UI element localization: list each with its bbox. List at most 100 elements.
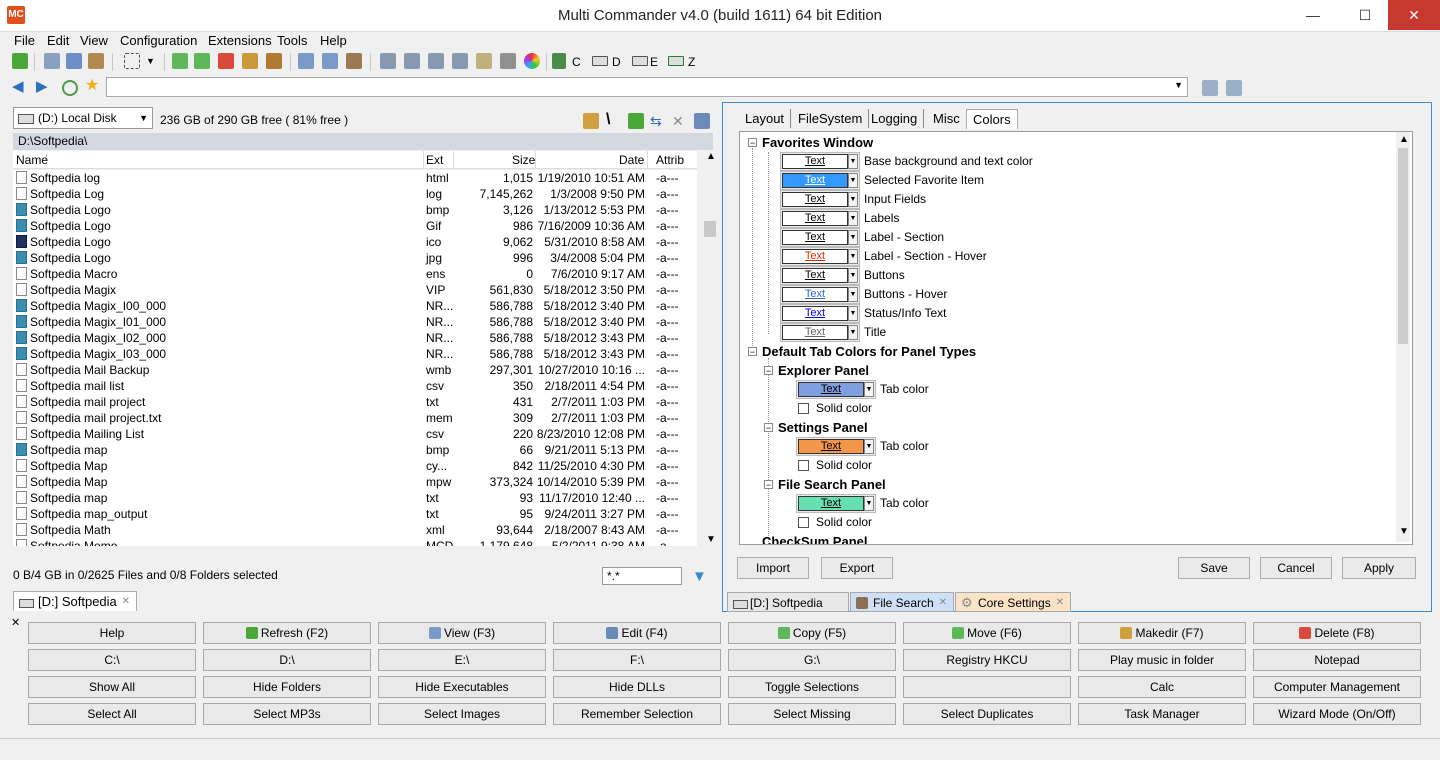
copy-f5-button[interactable]: Copy (F5) xyxy=(728,622,896,644)
import-button[interactable]: Import xyxy=(737,557,809,579)
table-row[interactable]: Softpedia Mailing List csv 220 8/23/2010 12… xyxy=(13,426,697,442)
pack-icon[interactable] xyxy=(242,53,258,69)
tab-left-softpedia[interactable]: [D:] Softpedia ✕ xyxy=(13,591,137,611)
scroll-up-icon[interactable]: ▲ xyxy=(1399,134,1409,145)
col-ext[interactable]: Ext xyxy=(426,153,443,167)
close-tab-icon[interactable]: ✕ xyxy=(1056,593,1064,613)
select-duplicates-button[interactable]: Select Duplicates xyxy=(903,703,1071,725)
color-swatch[interactable]: Text xyxy=(782,192,848,207)
d-button[interactable]: D:\ xyxy=(203,649,371,671)
menu-configuration[interactable]: Configuration xyxy=(120,33,197,48)
task-manager-button[interactable]: Task Manager xyxy=(1078,703,1246,725)
new-file-icon[interactable] xyxy=(172,53,188,69)
color-swatch[interactable]: Text xyxy=(782,249,848,264)
table-row[interactable]: Softpedia Magix VIP 561,830 5/18/2012 3:50 … xyxy=(13,282,697,298)
table-row[interactable]: Softpedia Math xml 93,644 2/18/2007 8:43 AM… xyxy=(13,522,697,538)
color-swatch[interactable]: Text xyxy=(782,268,848,283)
help-button[interactable]: Help xyxy=(28,622,196,644)
unpack-icon[interactable] xyxy=(266,53,282,69)
close-panel-icon[interactable]: ✕ xyxy=(11,616,20,629)
chevron-down-icon[interactable]: ▼ xyxy=(864,382,874,397)
paste-icon[interactable] xyxy=(88,53,104,69)
table-row[interactable]: Softpedia Map cy... 842 11/25/2010 4:30 PM -… xyxy=(13,458,697,474)
select-missing-button[interactable]: Select Missing xyxy=(728,703,896,725)
chevron-down-icon[interactable]: ▼ xyxy=(146,53,156,69)
refresh-f2-button[interactable]: Refresh (F2) xyxy=(203,622,371,644)
chevron-down-icon[interactable]: ▼ xyxy=(848,230,858,245)
minimize-button[interactable]: — xyxy=(1290,0,1336,30)
color-swatch[interactable]: Text xyxy=(782,173,848,188)
chevron-down-icon[interactable]: ▼ xyxy=(848,154,858,169)
forward-icon[interactable]: ▶ xyxy=(36,79,52,96)
table-row[interactable]: Softpedia Macro ens 0 7/6/2010 9:17 AM -a--- xyxy=(13,266,697,282)
e-button[interactable]: E:\ xyxy=(378,649,546,671)
table-row[interactable]: Softpedia Logo Gif 986 7/16/2009 10:36 AM -a… xyxy=(13,218,697,234)
scroll-up-icon[interactable]: ▲ xyxy=(706,151,716,162)
edit-f4-button[interactable]: Edit (F4) xyxy=(553,622,721,644)
drive-e-icon[interactable] xyxy=(632,56,648,66)
table-row[interactable]: Softpedia Logo ico 9,062 5/31/2010 8:58 AM -… xyxy=(13,234,697,250)
filter-icon[interactable]: ▼ xyxy=(692,569,708,585)
chevron-down-icon[interactable]: ▼ xyxy=(848,306,858,321)
tab-logging[interactable]: Logging xyxy=(865,109,925,128)
delete-f8-button[interactable]: Delete (F8) xyxy=(1253,622,1421,644)
select-icon[interactable] xyxy=(124,53,140,69)
menu-view[interactable]: View xyxy=(80,33,108,48)
hide-dlls-button[interactable]: Hide DLLs xyxy=(553,676,721,698)
table-row[interactable]: Softpedia mail project txt 431 2/7/2011 1:0… xyxy=(13,394,697,410)
show-all-button[interactable]: Show All xyxy=(28,676,196,698)
refresh-icon[interactable] xyxy=(12,53,28,69)
table-row[interactable]: Softpedia mail project.txt mem 309 2/7/2011… xyxy=(13,410,697,426)
color-wheel-icon[interactable] xyxy=(524,53,540,69)
makedir-f7-button[interactable]: Makedir (F7) xyxy=(1078,622,1246,644)
solid-color-checkbox[interactable] xyxy=(798,403,809,414)
chevron-down-icon[interactable]: ▼ xyxy=(848,211,858,226)
tab-file-search[interactable]: File Search ✕ xyxy=(850,592,954,612)
color-swatch[interactable]: Text xyxy=(798,382,864,397)
edit-file-icon[interactable] xyxy=(322,53,338,69)
c-button[interactable]: C:\ xyxy=(28,649,196,671)
table-row[interactable]: Softpedia Memo MCD 1,179,648 5/2/2011 9:38 … xyxy=(13,538,697,546)
collapse-icon[interactable]: − xyxy=(764,366,773,376)
close-tab-icon[interactable]: ✕ xyxy=(122,592,130,612)
computer-management-button[interactable]: Computer Management xyxy=(1253,676,1421,698)
copy-file-icon[interactable] xyxy=(194,53,210,69)
close-tab-icon[interactable]: ✕ xyxy=(939,593,947,613)
collapse-icon[interactable]: − xyxy=(764,480,773,490)
menu-file[interactable]: File xyxy=(14,33,35,48)
tab-core-settings[interactable]: ⚙ Core Settings ✕ xyxy=(955,592,1071,612)
solid-color-checkbox[interactable] xyxy=(798,517,809,528)
root-icon[interactable]: \ xyxy=(606,112,622,128)
color-swatch[interactable]: Text xyxy=(782,325,848,340)
notepad-button[interactable]: Notepad xyxy=(1253,649,1421,671)
tab-right-softpedia[interactable]: [D:] Softpedia xyxy=(727,592,849,612)
scroll-thumb[interactable] xyxy=(1398,148,1408,344)
collapse-icon[interactable]: − xyxy=(764,423,773,433)
solid-color-checkbox[interactable] xyxy=(798,460,809,471)
f-button[interactable]: F:\ xyxy=(553,649,721,671)
scroll-down-icon[interactable]: ▼ xyxy=(1399,526,1409,537)
table-row[interactable]: Softpedia Logo jpg 996 3/4/2008 5:04 PM -a--… xyxy=(13,250,697,266)
color-swatch[interactable]: Text xyxy=(782,154,848,169)
table-row[interactable]: Softpedia Magix_I00_000 NR... 586,788 5/18/… xyxy=(13,298,697,314)
sync-icon[interactable] xyxy=(452,53,468,69)
chevron-down-icon[interactable]: ▼ xyxy=(864,439,874,454)
table-row[interactable]: Softpedia Mail Backup wmb 297,301 10/27/201… xyxy=(13,362,697,378)
chevron-down-icon[interactable]: ▼ xyxy=(139,108,148,128)
table-row[interactable]: Softpedia Magix_I01_000 NR... 586,788 5/18/… xyxy=(13,314,697,330)
col-name[interactable]: Name xyxy=(16,153,48,167)
move-f6-button[interactable]: Move (F6) xyxy=(903,622,1071,644)
table-row[interactable]: Softpedia map txt 93 11/17/2010 12:40 ... -a… xyxy=(13,490,697,506)
search-icon[interactable] xyxy=(346,53,362,69)
chevron-down-icon[interactable]: ▼ xyxy=(848,325,858,340)
view-file-icon[interactable] xyxy=(298,53,314,69)
toggle-selections-button[interactable]: Toggle Selections xyxy=(728,676,896,698)
drive-d-button[interactable]: D xyxy=(612,55,621,69)
drive-z-button[interactable]: Z xyxy=(688,55,695,69)
color-swatch[interactable]: Text xyxy=(798,439,864,454)
network-icon[interactable] xyxy=(552,53,566,69)
close-button[interactable]: ✕ xyxy=(1388,0,1440,30)
table-row[interactable]: Softpedia Logo bmp 3,126 1/13/2012 5:53 PM -… xyxy=(13,202,697,218)
notes-icon[interactable] xyxy=(476,53,492,69)
table-row[interactable]: Softpedia Magix_I02_000 NR... 586,788 5/18/… xyxy=(13,330,697,346)
